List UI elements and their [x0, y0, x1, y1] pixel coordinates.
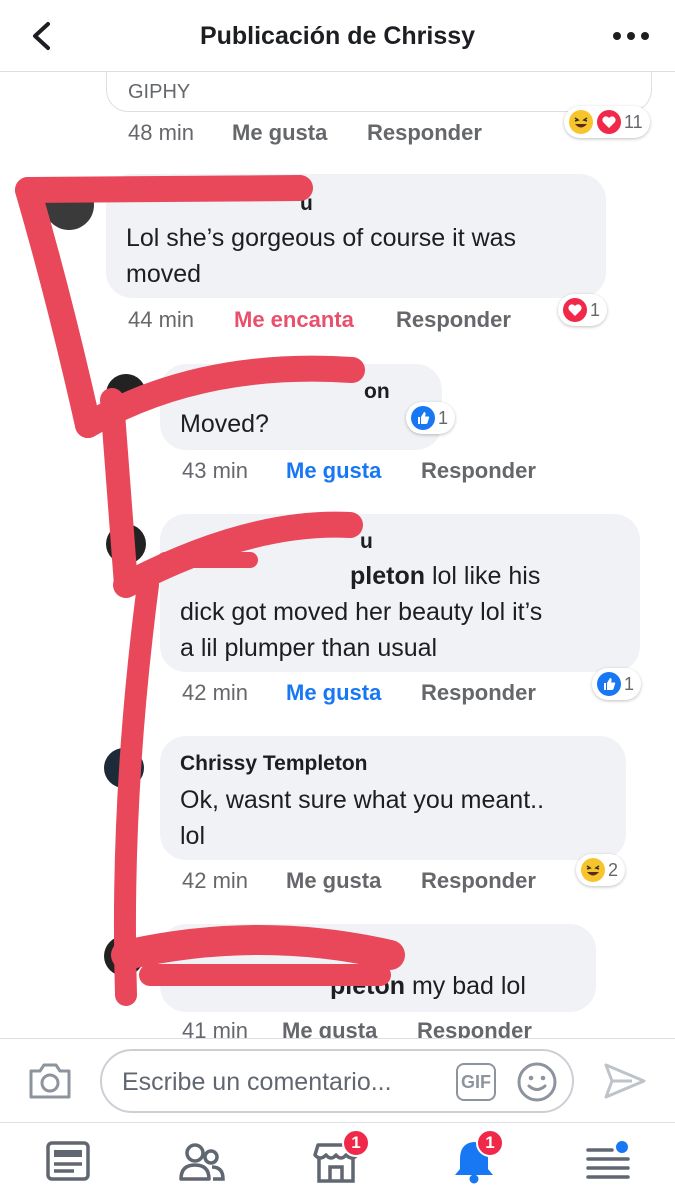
comment-text-line1: Ok, wasnt sure what you meant.. — [180, 786, 545, 814]
reply-button[interactable]: Responder — [421, 458, 536, 484]
page-title: Publicación de Chrissy — [199, 22, 476, 50]
reaction-summary[interactable]: 11 — [564, 106, 650, 138]
comment-text-line2: dick got moved her beauty lol it’s — [180, 598, 543, 626]
comment-time: 43 min — [182, 458, 249, 483]
notifications-tab[interactable]: 1 — [450, 1129, 510, 1189]
comments-feed[interactable]: GIPHY 48 min Me gusta Responder 11 u Lol… — [0, 72, 675, 1038]
like-button[interactable]: Me gusta — [282, 1018, 377, 1038]
avatar[interactable] — [106, 524, 146, 564]
love-reaction-button[interactable]: Me encanta — [234, 307, 354, 333]
haha-icon — [581, 858, 605, 882]
comment-text-part: lol like his — [425, 562, 541, 590]
reaction-count: 1 — [590, 299, 601, 320]
reply-button[interactable]: Responder — [367, 120, 482, 146]
love-icon — [597, 110, 621, 134]
comment-author-partial[interactable]: u — [300, 192, 313, 216]
comment-author-partial[interactable]: u — [360, 530, 373, 554]
reaction-count: 11 — [624, 111, 643, 132]
comment-text: Lol she’s gorgeous of course it was move… — [126, 224, 517, 288]
camera-icon[interactable] — [26, 1059, 74, 1103]
giphy-label: GIPHY — [128, 81, 191, 103]
mention[interactable]: pleton — [330, 972, 405, 1000]
like-icon — [411, 406, 435, 430]
comment-time: 42 min — [182, 680, 249, 705]
comment-text: Moved? — [180, 410, 269, 438]
haha-icon — [569, 110, 593, 134]
marketplace-badge: 1 — [342, 1129, 370, 1157]
avatar[interactable] — [104, 748, 144, 788]
comment-author[interactable]: Chrissy Templeton — [180, 752, 367, 776]
mention[interactable]: pleton — [350, 562, 425, 590]
comment-time: 48 min — [128, 120, 195, 145]
comment-text-line1: pleton lol like his — [180, 558, 540, 594]
friends-icon[interactable] — [178, 1137, 226, 1185]
avatar[interactable] — [44, 180, 94, 230]
comment-input-box[interactable]: GIF — [100, 1049, 574, 1113]
reply-button[interactable]: Responder — [396, 307, 511, 333]
avatar[interactable] — [104, 936, 144, 976]
menu-icon — [586, 1141, 630, 1179]
reaction-summary[interactable]: 1 — [558, 294, 608, 326]
comment-text-line2: lol — [180, 822, 206, 850]
comment-text-part: my bad lol — [405, 972, 526, 1000]
like-button[interactable]: Me gusta — [286, 680, 381, 706]
comment-input[interactable] — [122, 1063, 442, 1101]
reaction-summary[interactable]: 1 — [406, 402, 456, 434]
reaction-count: 1 — [624, 673, 635, 694]
comment-time: 44 min — [128, 307, 195, 332]
reaction-summary[interactable]: 2 — [576, 854, 626, 886]
reaction-summary[interactable]: 1 — [592, 668, 642, 700]
top-bar: Publicación de Chrissy — [0, 0, 675, 72]
bottom-tab-bar: 1 1 — [0, 1122, 675, 1200]
send-icon[interactable] — [602, 1059, 648, 1103]
reaction-count: 2 — [608, 859, 619, 880]
reply-button[interactable]: Responder — [417, 1018, 532, 1038]
marketplace-tab[interactable]: 1 — [312, 1129, 372, 1189]
news-feed-icon[interactable] — [44, 1137, 92, 1185]
like-button[interactable]: Me gusta — [286, 868, 381, 894]
like-button[interactable]: Me gusta — [286, 458, 381, 484]
menu-tab[interactable] — [584, 1137, 632, 1189]
avatar[interactable] — [106, 374, 146, 414]
reaction-count: 1 — [438, 407, 449, 428]
like-icon — [597, 672, 621, 696]
reply-button[interactable]: Responder — [421, 680, 536, 706]
comment-composer: GIF — [0, 1038, 675, 1122]
love-icon — [563, 298, 587, 322]
like-button[interactable]: Me gusta — [232, 120, 327, 146]
notifications-badge: 1 — [476, 1129, 504, 1157]
gif-button[interactable]: GIF — [456, 1063, 496, 1101]
reply-button[interactable]: Responder — [421, 868, 536, 894]
comment-time: 41 min — [182, 1018, 249, 1038]
comment-text-line3: a lil plumper than usual — [180, 634, 438, 662]
comment-time: 42 min — [182, 868, 249, 893]
more-options-icon[interactable] — [611, 28, 651, 44]
comment-author-partial[interactable]: on — [364, 380, 390, 404]
comment-text: pleton my bad lol — [180, 968, 526, 1004]
emoji-icon[interactable] — [516, 1061, 558, 1103]
